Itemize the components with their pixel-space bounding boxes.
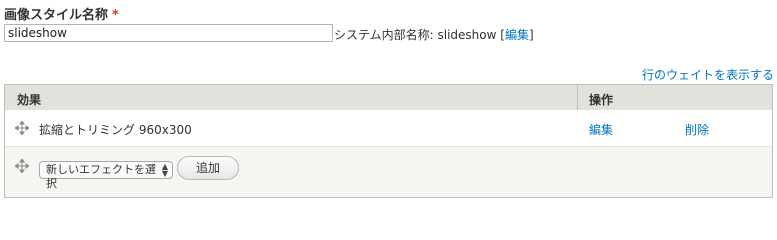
effects-table: 効果 操作 拡縮とトリミング 960x300 編集 削除 新しいエフェクトを選択… [4,84,773,198]
column-header-operations: 操作 [589,93,614,107]
select-arrows-icon: ▲ ▼ [161,162,168,178]
table-header: 効果 操作 [5,85,772,111]
machine-name-edit-link[interactable]: 編集 [505,28,529,42]
new-effect-select[interactable]: 新しいエフェクトを選択 ▲ ▼ [39,161,173,190]
image-style-name-label: 画像スタイル名称 * [4,4,119,23]
column-header-effect: 効果 [17,93,42,107]
show-row-weights-link[interactable]: 行のウェイトを表示する [642,66,774,83]
machine-name-text: システム内部名称: slideshow [334,28,501,42]
machine-name-bracket-close: ] [528,28,534,42]
add-effect-button[interactable]: 追加 [177,156,239,180]
drag-handle-icon[interactable] [15,159,29,173]
column-divider [577,85,578,110]
delete-effect-link[interactable]: 削除 [685,121,709,138]
drag-handle-icon[interactable] [15,121,29,135]
effect-name: 拡縮とトリミング 960x300 [39,123,192,137]
table-row: 拡縮とトリミング 960x300 編集 削除 [5,110,772,147]
edit-effect-link[interactable]: 編集 [589,121,613,138]
machine-name: システム内部名称: slideshow [編集] [334,26,534,43]
required-marker: * [112,8,119,23]
name-label-text: 画像スタイル名称 [4,8,109,23]
image-style-name-input[interactable] [4,24,333,42]
new-effect-select-value: 新しいエフェクトを選択 [46,163,156,190]
new-effect-row: 新しいエフェクトを選択 ▲ ▼ 追加 [5,147,772,197]
